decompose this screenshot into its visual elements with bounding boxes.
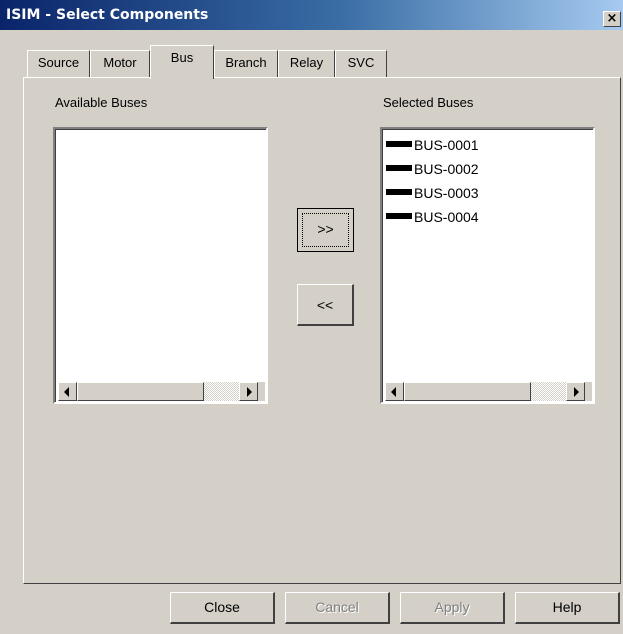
title-bar[interactable]: ISIM - Select Components × bbox=[0, 0, 623, 30]
help-button-label: Help bbox=[552, 599, 582, 615]
scroll-left-button[interactable] bbox=[58, 382, 77, 401]
tab-relay[interactable]: Relay bbox=[278, 50, 335, 77]
tab-label: Branch bbox=[225, 55, 267, 70]
list-item-label: BUS-0002 bbox=[414, 161, 479, 177]
left-arrow-icon bbox=[64, 387, 69, 397]
right-arrow-icon bbox=[574, 387, 579, 397]
scroll-right-button[interactable] bbox=[239, 382, 258, 401]
window-title: ISIM - Select Components bbox=[6, 7, 209, 23]
tab-label: SVC bbox=[347, 55, 375, 70]
close-button-label: Close bbox=[204, 599, 240, 615]
scroll-left-button[interactable] bbox=[385, 382, 404, 401]
horizontal-scrollbar[interactable] bbox=[385, 382, 592, 401]
list-item-bus-0003[interactable]: BUS-0003 bbox=[386, 182, 479, 204]
tab-bus[interactable]: Bus bbox=[150, 45, 214, 79]
list-frame bbox=[55, 129, 266, 402]
scroll-thumb[interactable] bbox=[404, 382, 531, 401]
scroll-track[interactable] bbox=[204, 382, 239, 401]
remove-selected-button[interactable]: << bbox=[297, 284, 354, 326]
list-item-bus-0004[interactable]: BUS-0004 bbox=[386, 206, 479, 228]
tab-svc[interactable]: SVC bbox=[335, 50, 387, 77]
focus-ring bbox=[302, 213, 349, 247]
apply-button[interactable]: Apply bbox=[400, 592, 505, 624]
list-item-label: BUS-0001 bbox=[414, 137, 479, 153]
apply-button-label: Apply bbox=[434, 599, 470, 615]
available-buses-label: Available Buses bbox=[55, 95, 148, 110]
close-icon: × bbox=[606, 11, 618, 26]
dialog-window: ISIM - Select Components × Source Motor … bbox=[0, 0, 623, 634]
tab-source[interactable]: Source bbox=[27, 50, 90, 77]
tab-branch[interactable]: Branch bbox=[214, 50, 278, 77]
scroll-track[interactable] bbox=[531, 382, 566, 401]
tab-label: Bus bbox=[170, 50, 194, 65]
right-arrow-icon bbox=[247, 387, 252, 397]
bus-color-swatch bbox=[386, 189, 412, 196]
list-item-bus-0002[interactable]: BUS-0002 bbox=[386, 158, 479, 180]
tab-label: Source bbox=[37, 55, 80, 70]
list-item-bus-0001[interactable]: BUS-0001 bbox=[386, 134, 479, 156]
list-item-label: BUS-0003 bbox=[414, 185, 479, 201]
scroll-thumb[interactable] bbox=[77, 382, 204, 401]
bus-color-swatch bbox=[386, 141, 412, 148]
horizontal-scrollbar[interactable] bbox=[58, 382, 265, 401]
selected-buses-label: Selected Buses bbox=[383, 95, 474, 110]
cancel-button[interactable]: Cancel bbox=[285, 592, 390, 624]
remove-button-label: << bbox=[316, 297, 334, 313]
close-window-button[interactable]: × bbox=[603, 11, 621, 27]
tab-motor[interactable]: Motor bbox=[90, 50, 150, 77]
tab-label: Relay bbox=[289, 55, 324, 70]
list-item-label: BUS-0004 bbox=[414, 209, 479, 225]
left-arrow-icon bbox=[391, 387, 396, 397]
cancel-button-label: Cancel bbox=[315, 599, 359, 615]
bus-color-swatch bbox=[386, 165, 412, 172]
tab-label: Motor bbox=[103, 55, 137, 70]
help-button[interactable]: Help bbox=[515, 592, 620, 624]
bus-color-swatch bbox=[386, 213, 412, 220]
scroll-right-button[interactable] bbox=[566, 382, 585, 401]
add-selected-button[interactable]: >> bbox=[297, 208, 354, 252]
close-button[interactable]: Close bbox=[170, 592, 275, 624]
available-buses-list[interactable] bbox=[53, 127, 268, 404]
selected-buses-list[interactable]: BUS-0001 BUS-0002 BUS-0003 BUS-0004 bbox=[380, 127, 595, 404]
